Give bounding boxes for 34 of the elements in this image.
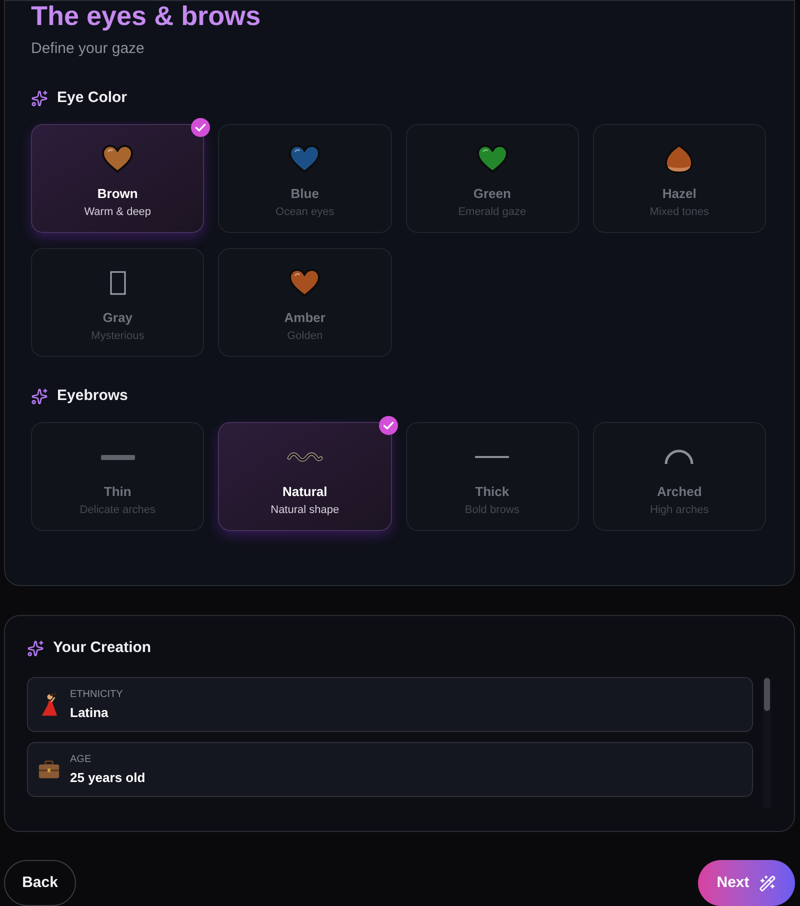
option-card[interactable]: Thick Bold brows — [406, 422, 579, 531]
option-card[interactable]: Blue Ocean eyes — [218, 124, 392, 233]
sparkles-icon — [31, 388, 48, 404]
page-title: The eyes & brows — [31, 1, 262, 31]
magic-wand-icon — [759, 874, 776, 892]
arc-icon — [664, 449, 694, 465]
sparkles-icon — [31, 90, 48, 106]
check-icon — [378, 416, 398, 435]
option-card[interactable]: Hazel Mixed tones — [592, 124, 766, 233]
scrollbar-thumb[interactable] — [764, 678, 770, 711]
option-card[interactable]: Amber Golden — [218, 248, 392, 357]
check-icon — [191, 118, 210, 137]
back-button[interactable]: Back — [4, 860, 76, 906]
option-card[interactable]: Brown Warm & deep — [31, 124, 204, 233]
sparkles-icon — [27, 640, 44, 656]
option-card[interactable]: Green Emerald gaze — [406, 124, 579, 233]
item-value: 25 years old — [70, 769, 146, 786]
section-heading: Eye Color — [57, 88, 128, 108]
next-button[interactable]: Next — [698, 860, 795, 906]
wavy-line-icon — [286, 452, 323, 462]
section-heading: Your Creation — [53, 638, 152, 658]
item-label: ETHNICITY — [70, 688, 123, 701]
page-subtitle: Define your gaze — [31, 39, 146, 59]
option-card[interactable]: Natural Natural shape — [218, 422, 392, 531]
item-label: AGE — [70, 753, 92, 766]
briefcase-icon — [38, 760, 60, 779]
option-card[interactable]: Thin Delicate arches — [31, 422, 204, 531]
thick-bar-icon — [100, 454, 135, 460]
dancer-icon — [40, 692, 58, 716]
option-card[interactable]: Gray Mysterious — [31, 248, 204, 357]
section-heading: Eyebrows — [57, 386, 128, 406]
item-value: Latina — [70, 704, 110, 721]
line-icon — [475, 456, 510, 458]
option-card[interactable]: Arched High arches — [592, 422, 766, 531]
